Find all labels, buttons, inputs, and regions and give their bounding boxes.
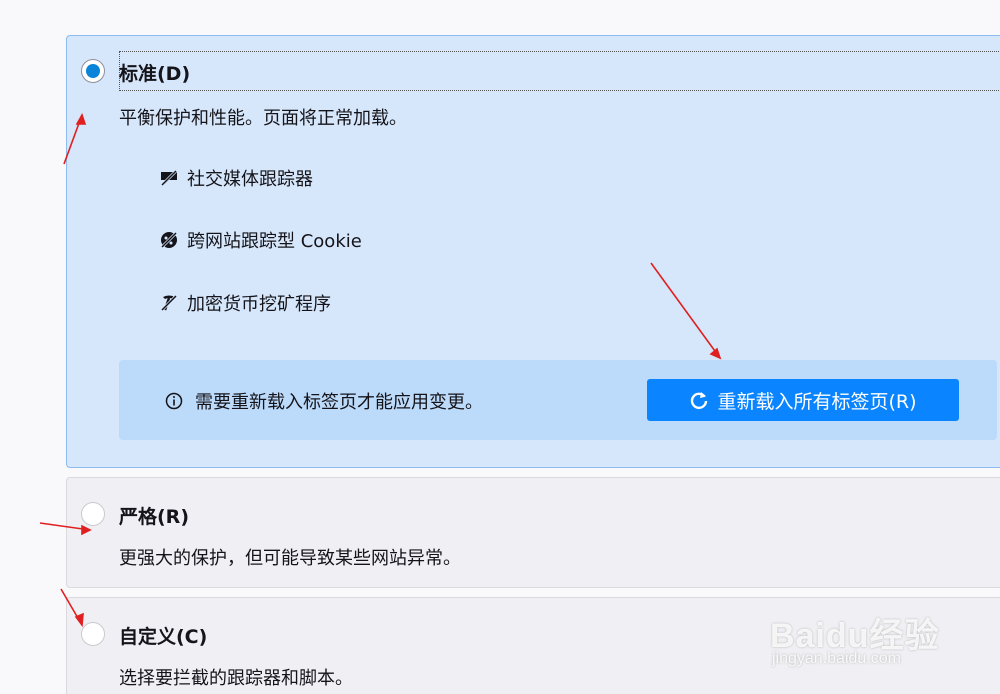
option-custom-description: 选择要拦截的跟踪器和脚本。	[119, 668, 353, 689]
cryptominer-icon	[159, 293, 179, 313]
social-tracker-icon	[159, 168, 179, 188]
reload-icon	[689, 390, 709, 410]
focus-outline	[119, 51, 1000, 91]
option-strict-title: 严格(R)	[119, 506, 189, 528]
baidu-watermark: Baidu经验 jingyan.baidu.com	[770, 590, 970, 680]
watermark-url: jingyan.baidu.com	[772, 650, 901, 667]
option-standard-description: 平衡保护和性能。页面将正常加载。	[119, 108, 407, 129]
reload-all-tabs-button[interactable]: 重新载入所有标签页(R)	[647, 379, 959, 421]
tracker-item-cryptominer: 加密货币挖矿程序	[159, 290, 331, 316]
radio-strict[interactable]	[81, 502, 105, 526]
reload-message: 需要重新载入标签页才能应用变更。	[165, 388, 483, 414]
option-standard-title: 标准(D)	[119, 63, 191, 85]
option-strict-description: 更强大的保护，但可能导致某些网站异常。	[119, 548, 461, 569]
reload-notification: 需要重新载入标签页才能应用变更。 重新载入所有标签页(R)	[119, 360, 997, 440]
tracker-label: 跨网站跟踪型 Cookie	[187, 231, 362, 252]
option-standard[interactable]: 标准(D) 平衡保护和性能。页面将正常加载。 社交媒体跟踪器 跨网站跟踪型 Co…	[66, 35, 1000, 468]
radio-custom[interactable]	[81, 622, 105, 646]
option-strict[interactable]: 严格(R) 更强大的保护，但可能导致某些网站异常。	[66, 477, 1000, 588]
cookie-icon	[159, 230, 179, 250]
info-icon	[165, 392, 183, 410]
tracker-item-social: 社交媒体跟踪器	[159, 165, 313, 191]
reload-message-text: 需要重新载入标签页才能应用变更。	[195, 392, 483, 413]
option-custom-title: 自定义(C)	[119, 626, 208, 648]
tracker-label: 社交媒体跟踪器	[187, 169, 313, 190]
tracker-label: 加密货币挖矿程序	[187, 294, 331, 315]
radio-standard[interactable]	[81, 59, 105, 83]
reload-button-label: 重新载入所有标签页(R)	[717, 390, 917, 413]
tracker-item-cookie: 跨网站跟踪型 Cookie	[159, 227, 362, 253]
